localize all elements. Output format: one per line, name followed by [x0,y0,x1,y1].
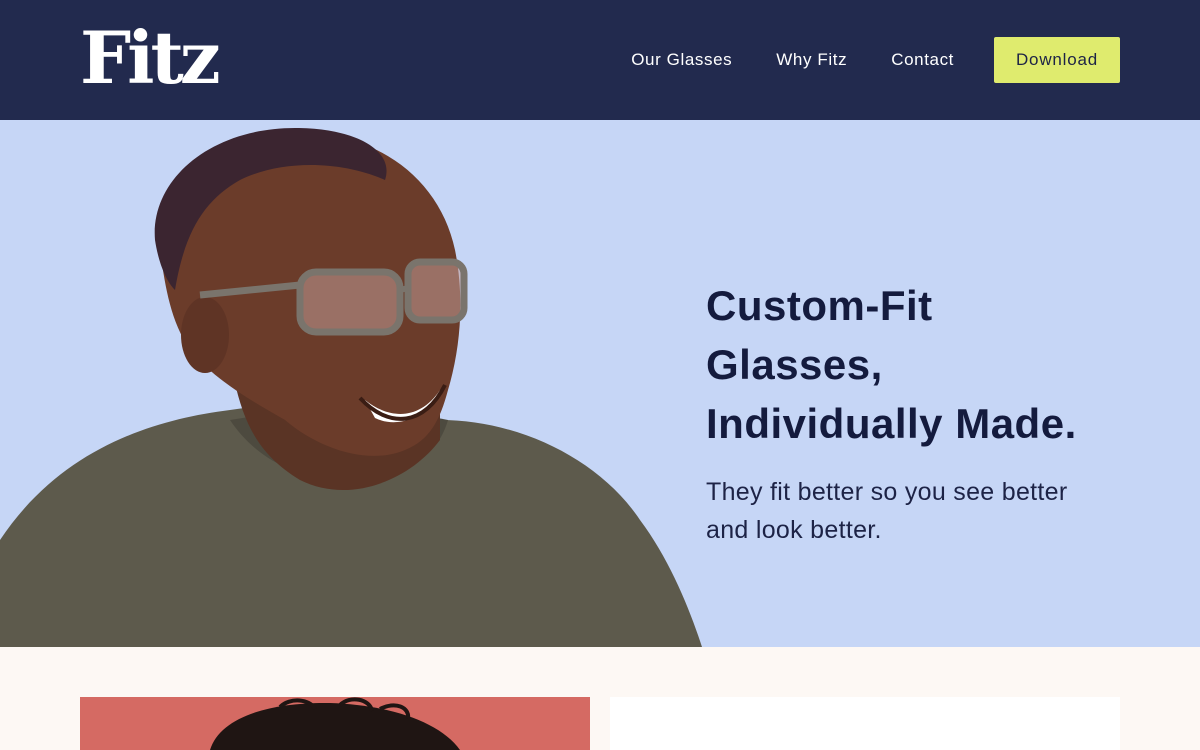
nav-link-why-fitz[interactable]: Why Fitz [776,50,847,70]
hero-subtitle-line: They fit better so you see better [706,478,1068,506]
nav-link-our-glasses[interactable]: Our Glasses [631,50,732,70]
hero-photo-smiling-man-glasses [0,128,702,647]
feature-text-card [610,697,1120,750]
feature-section [0,647,1200,750]
hero-text: Custom-Fit Glasses, Individually Made. T… [706,276,1146,549]
feature-image-card [80,697,590,750]
hair-photo [210,697,460,750]
hero-subtitle: They fit better so you see better and lo… [706,473,1146,549]
hero-headline-line: Glasses, [706,341,883,388]
nav-link-contact[interactable]: Contact [891,50,954,70]
hero-headline-line: Custom-Fit [706,282,933,329]
hero-section: Custom-Fit Glasses, Individually Made. T… [0,120,1200,647]
download-button[interactable]: Download [994,37,1120,83]
main-nav: Our Glasses Why Fitz Contact Download [631,37,1120,83]
hero-subtitle-line: and look better. [706,516,882,544]
hero-headline-line: Individually Made. [706,400,1077,447]
hero-headline: Custom-Fit Glasses, Individually Made. [706,276,1146,453]
fitz-logo[interactable]: Fitz [80,22,221,94]
site-header: Fitz Our Glasses Why Fitz Contact Downlo… [0,0,1200,120]
